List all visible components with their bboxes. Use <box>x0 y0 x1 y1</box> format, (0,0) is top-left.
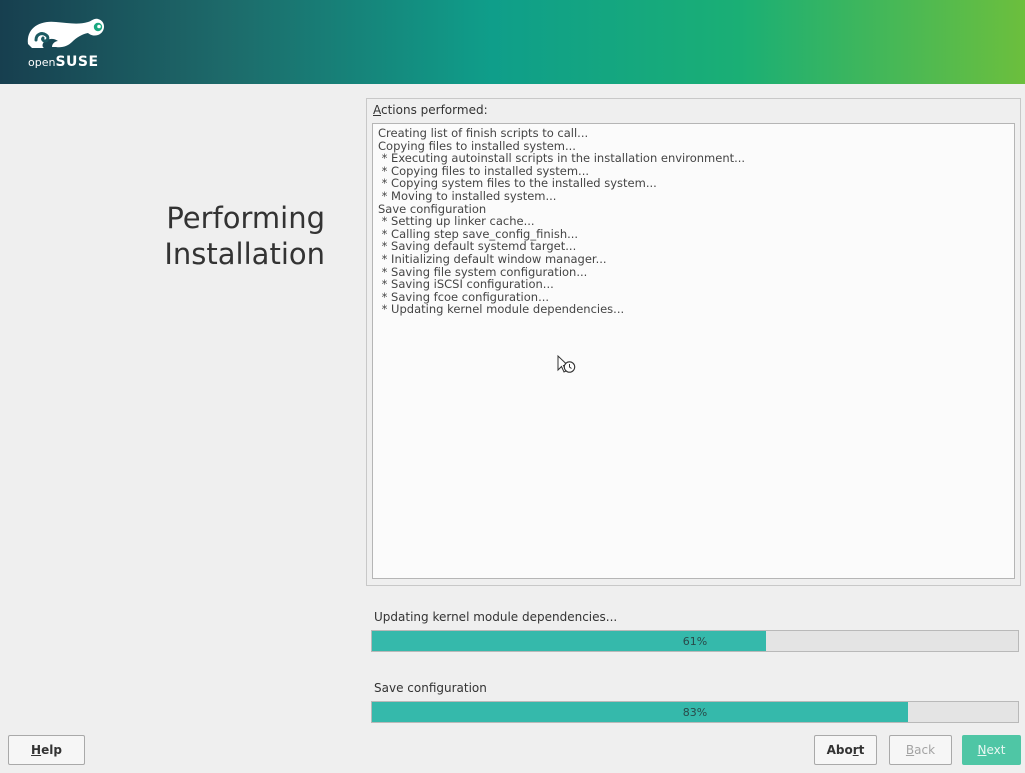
stage-progress-bar: 83% <box>371 701 1019 723</box>
abort-button[interactable]: Abo r t <box>814 735 877 765</box>
actions-log-group: Actions performed: Creating list of fini… <box>366 98 1021 586</box>
log-line: * Updating kernel module dependencies... <box>378 302 625 317</box>
log-line: Creating list of finish scripts to call.… <box>378 126 589 140</box>
actions-log-textarea[interactable]: Creating list of finish scripts to call.… <box>372 123 1015 579</box>
log-line: * Moving to installed system... <box>378 188 557 203</box>
stage-progress-percent: 83% <box>682 706 708 719</box>
header-banner: openSUSE <box>0 0 1025 84</box>
logo-wordmark: openSUSE <box>28 54 99 70</box>
chameleon-icon <box>27 18 105 48</box>
back-button[interactable]: Back <box>889 735 952 765</box>
help-button[interactable]: Help <box>8 735 85 765</box>
opensuse-logo: openSUSE <box>14 10 124 76</box>
next-button[interactable]: Next <box>962 735 1021 765</box>
actions-log-label: Actions performed: <box>373 103 488 117</box>
page-title-line-2: Installation <box>164 237 325 271</box>
stage-progress-label: Save configuration <box>374 681 487 695</box>
page-title-line-1: Performing <box>166 201 325 235</box>
busy-cursor-icon <box>557 354 576 373</box>
log-line: * Setting up linker cache... <box>378 214 535 229</box>
step-progress-label: Updating kernel module dependencies... <box>374 610 618 624</box>
page-title: Performing Installation <box>110 200 325 272</box>
log-line: * Executing autoinstall scripts in the i… <box>378 151 746 166</box>
log-line: * Saving iSCSI configuration... <box>378 277 554 292</box>
step-progress-percent: 61% <box>682 635 708 648</box>
step-progress-bar: 61% <box>371 630 1019 652</box>
log-line: * Initializing default window manager... <box>378 251 607 266</box>
